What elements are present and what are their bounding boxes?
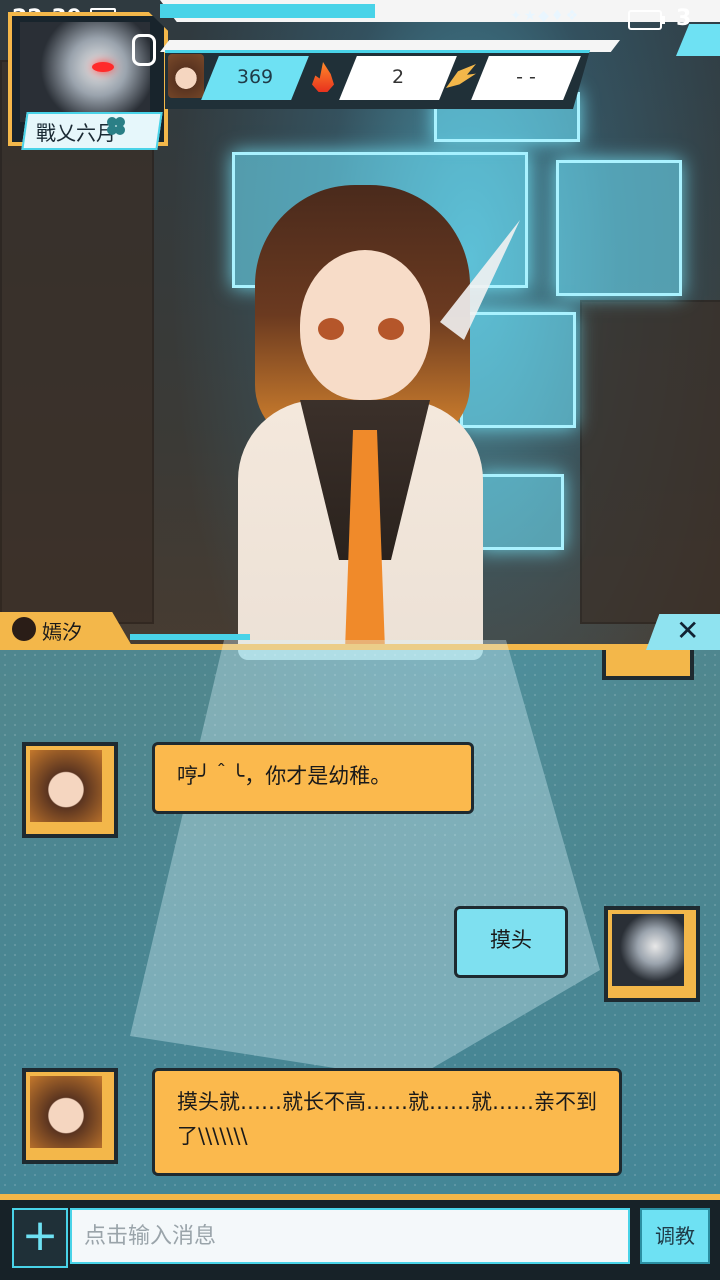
close-icon[interactable]: ✕ [676, 616, 699, 646]
character-avatar[interactable] [22, 742, 118, 838]
top-progress-fill [160, 4, 375, 18]
train-button[interactable]: 调教 [640, 1208, 710, 1264]
avatar-eye [92, 62, 114, 72]
background-holo-screen [478, 474, 564, 550]
plus-icon[interactable]: + [16, 1208, 64, 1264]
fire-value: 2 [391, 66, 405, 88]
background-holo-screen [556, 160, 682, 296]
character-eye [318, 318, 344, 340]
character-name: 嫣汐 [42, 620, 82, 644]
character-mini-avatar[interactable] [168, 54, 204, 98]
background-shelf-right [580, 300, 720, 624]
favor-value: 369 [236, 66, 274, 88]
character-message-bubble: 摸头就……就长不高……就……就……亲不到了\\\\\\\ [152, 1068, 622, 1176]
status-notification-icons: ✦★◆♦❖ [510, 8, 581, 24]
link-icon [132, 34, 156, 66]
message-input[interactable] [70, 1208, 630, 1264]
user-avatar[interactable] [20, 22, 150, 122]
wing-value: - - [516, 66, 536, 88]
battery-icon [628, 10, 665, 30]
input-bar-border [0, 1194, 720, 1200]
background-holo-screen [460, 312, 576, 428]
user-avatar-partial [602, 650, 694, 680]
user-avatar[interactable] [604, 906, 700, 1002]
character-eye [378, 318, 404, 340]
character-message-bubble: 哼╯＾╰，你才是幼稚。 [152, 742, 474, 814]
character-avatar[interactable] [22, 1068, 118, 1164]
header-accent-line [130, 634, 250, 640]
clover-icon [107, 117, 125, 135]
character-head-icon [12, 617, 36, 641]
user-message-bubble: 摸头 [454, 906, 568, 978]
